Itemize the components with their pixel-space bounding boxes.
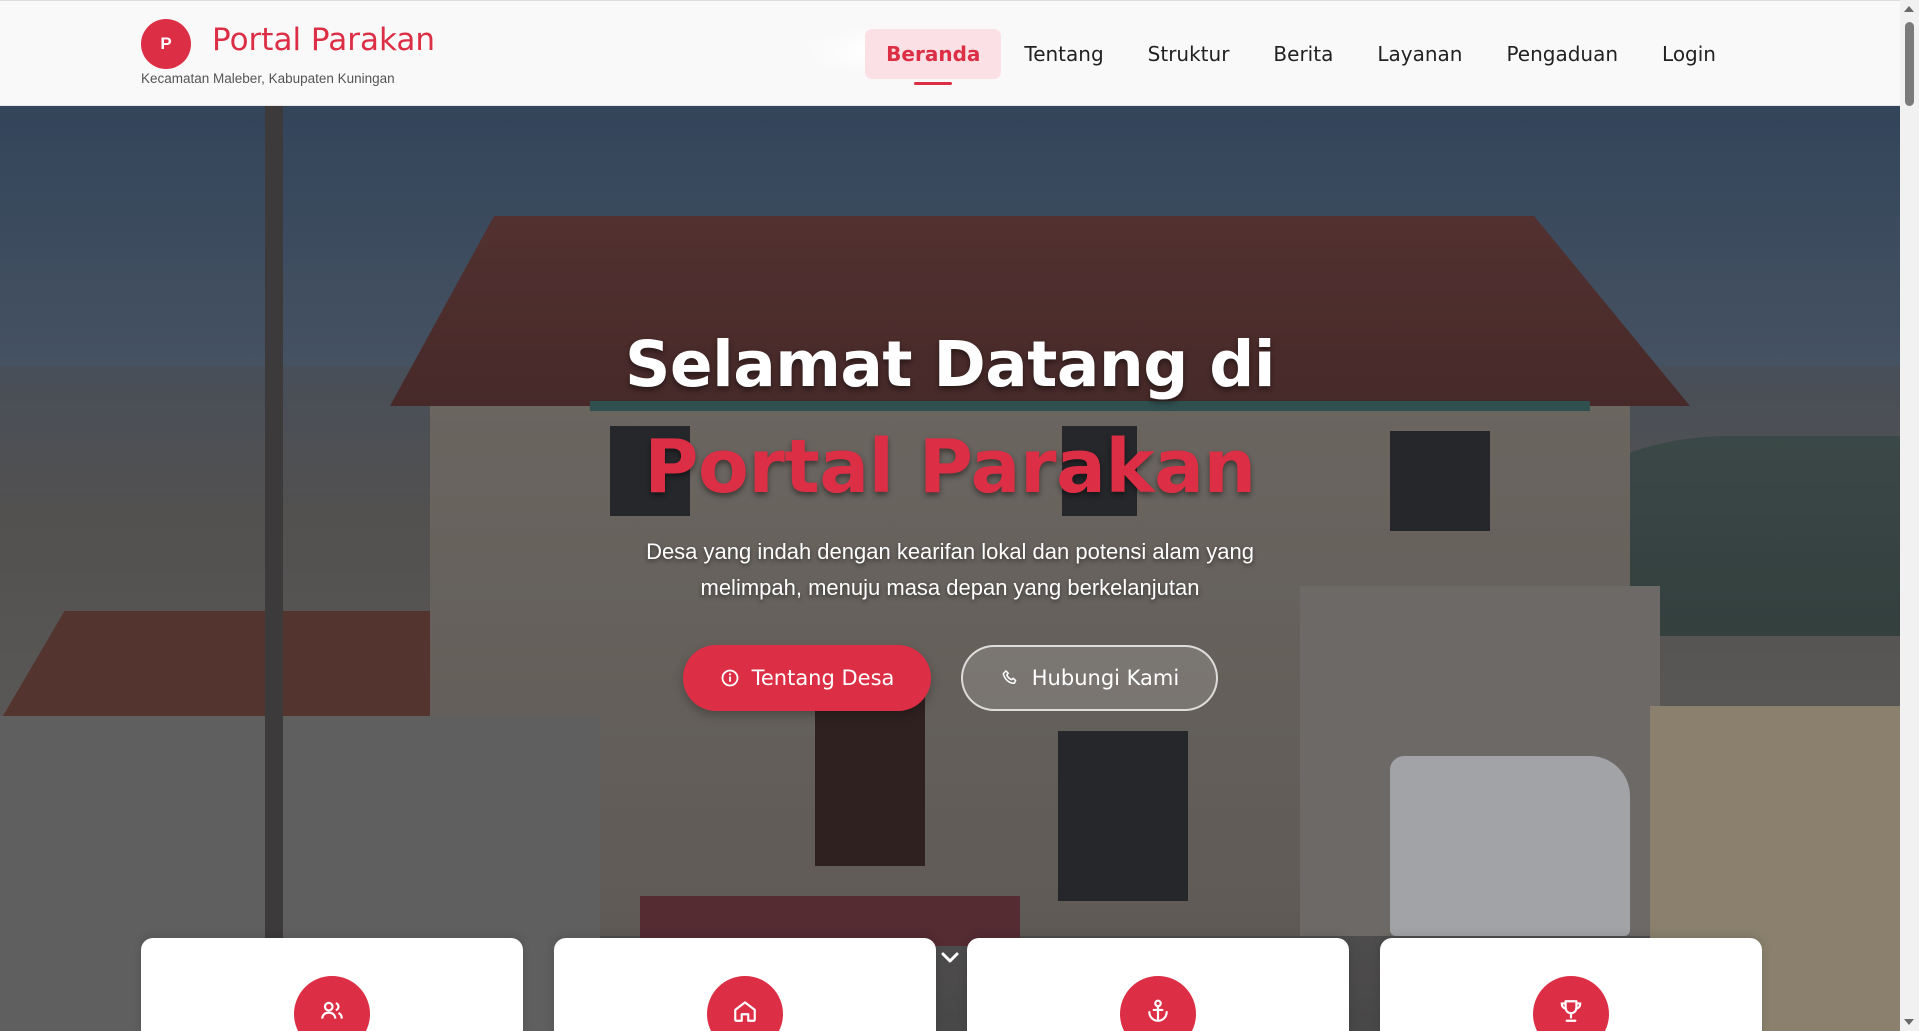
nav-item-beranda[interactable]: Beranda	[865, 29, 1002, 79]
nav-item-struktur[interactable]: Struktur	[1127, 29, 1251, 79]
phone-icon	[1000, 668, 1020, 688]
scroll-down-icon[interactable]	[1904, 1019, 1914, 1025]
scrollbar-thumb[interactable]	[1905, 22, 1914, 106]
main-nav: Beranda Tentang Struktur Berita Layanan …	[863, 29, 1737, 79]
hubungi-kami-label: Hubungi Kami	[1031, 666, 1180, 690]
feature-card[interactable]	[967, 938, 1349, 1031]
site-title: Portal Parakan	[212, 22, 436, 58]
feature-card[interactable]	[554, 938, 936, 1031]
navbar: P Portal Parakan Kecamatan Maleber, Kabu…	[0, 0, 1900, 106]
users-icon	[294, 976, 370, 1031]
tentang-desa-label: Tentang Desa	[751, 666, 895, 690]
nav-item-login[interactable]: Login	[1641, 29, 1737, 79]
nav-item-berita[interactable]: Berita	[1252, 29, 1354, 79]
hero-title-line2: Portal Parakan	[644, 424, 1256, 510]
trophy-icon	[1533, 976, 1609, 1031]
nav-item-layanan[interactable]: Layanan	[1356, 29, 1483, 79]
feature-card[interactable]	[1380, 938, 1762, 1031]
chevron-down-icon[interactable]	[938, 946, 962, 970]
info-circle-icon	[720, 668, 740, 688]
feature-card[interactable]	[141, 938, 523, 1031]
hero-title-line1: Selamat Datang di	[625, 328, 1275, 401]
hero-section: Selamat Datang di Portal Parakan Desa ya…	[0, 106, 1900, 1031]
home-icon	[707, 976, 783, 1031]
nav-item-tentang[interactable]: Tentang	[1003, 29, 1124, 79]
page-scrollbar[interactable]	[1900, 0, 1919, 1031]
anchor-icon	[1120, 976, 1196, 1031]
tentang-desa-button[interactable]: Tentang Desa	[683, 645, 931, 711]
site-subtitle: Kecamatan Maleber, Kabupaten Kuningan	[141, 71, 395, 86]
logo-badge: P	[141, 19, 191, 69]
hubungi-kami-button[interactable]: Hubungi Kami	[961, 645, 1218, 711]
hero-content: Selamat Datang di Portal Parakan Desa ya…	[0, 106, 1900, 1031]
scroll-up-icon[interactable]	[1904, 6, 1914, 12]
nav-item-pengaduan[interactable]: Pengaduan	[1485, 29, 1639, 79]
hero-description: Desa yang indah dengan kearifan lokal da…	[646, 539, 1254, 600]
